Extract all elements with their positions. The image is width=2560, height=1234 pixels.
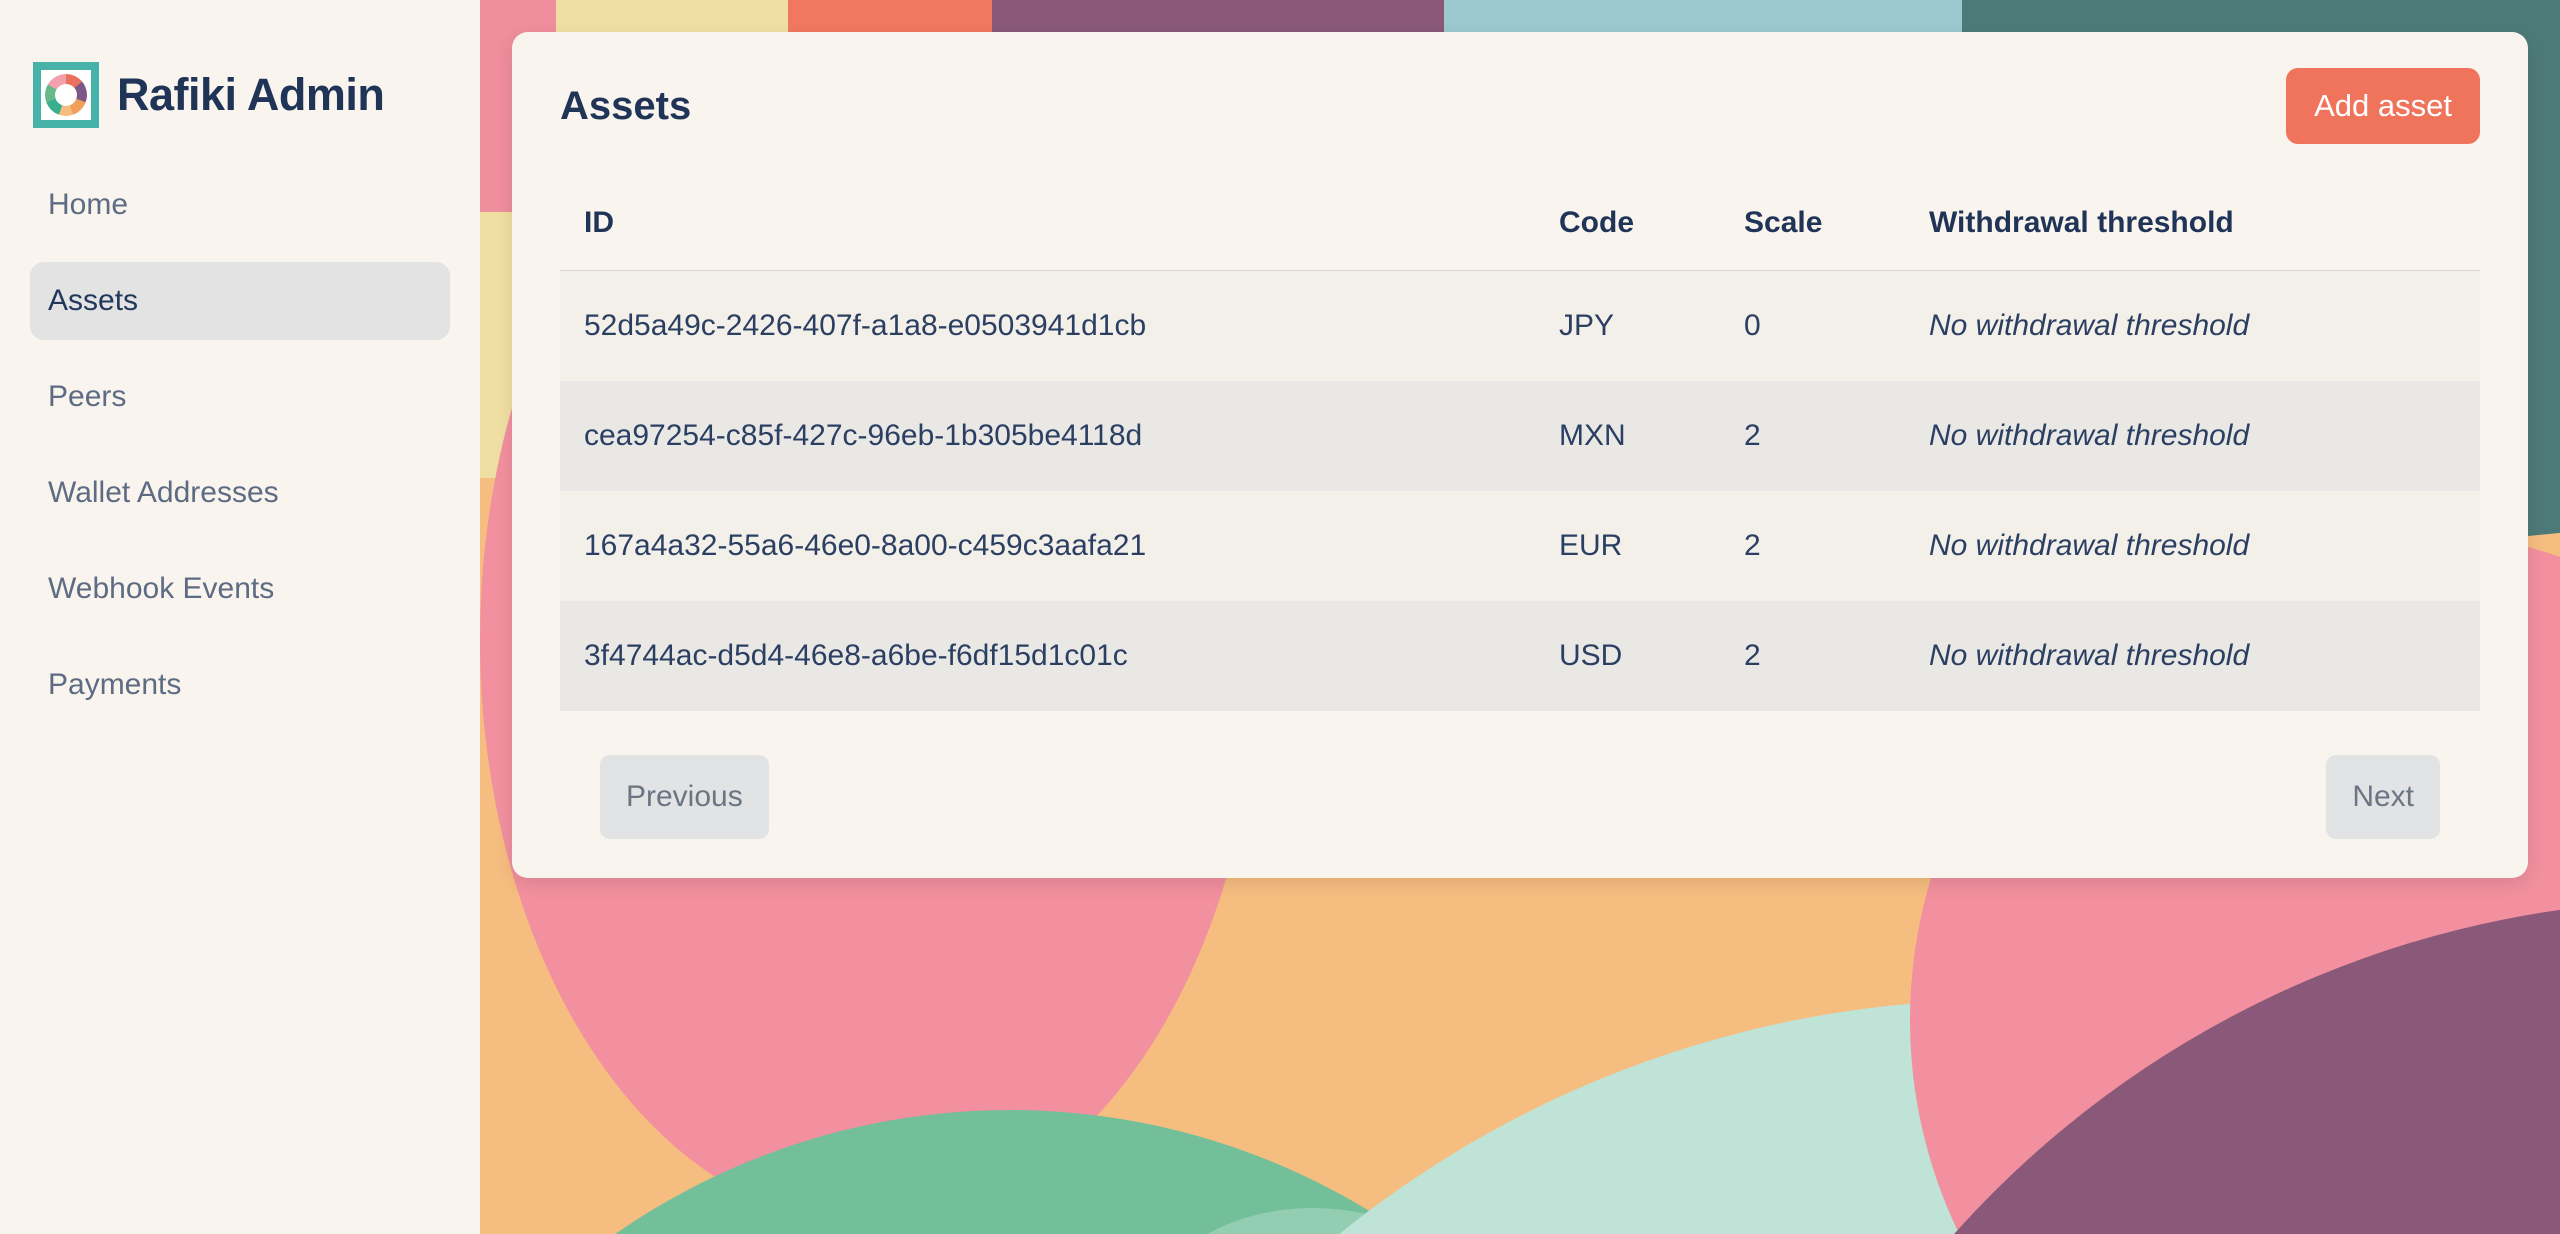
sidebar-item-wallet-addresses[interactable]: Wallet Addresses [30,454,450,532]
sidebar: Rafiki Admin Home Assets Peers Wallet Ad… [0,0,480,1234]
cell-withdrawal-threshold: No withdrawal threshold [1905,381,2480,491]
brand-title: Rafiki Admin [117,69,384,121]
sidebar-item-payments[interactable]: Payments [30,646,450,724]
cell-id: 167a4a32-55a6-46e0-8a00-c459c3aafa21 [560,491,1535,601]
add-asset-button[interactable]: Add asset [2286,68,2480,144]
page-title: Assets [560,84,691,129]
table-row[interactable]: 52d5a49c-2426-407f-a1a8-e0503941d1cb JPY… [560,271,2480,382]
screen: Rafiki Admin Home Assets Peers Wallet Ad… [0,0,2560,1234]
sidebar-item-assets[interactable]: Assets [30,262,450,340]
cell-code: JPY [1535,271,1720,382]
cell-code: MXN [1535,381,1720,491]
sidebar-nav: Home Assets Peers Wallet Addresses Webho… [0,166,480,724]
table-row[interactable]: 3f4744ac-d5d4-46e8-a6be-f6df15d1c01c USD… [560,601,2480,711]
cell-id: 3f4744ac-d5d4-46e8-a6be-f6df15d1c01c [560,601,1535,711]
cell-scale: 0 [1720,271,1905,382]
cell-code: USD [1535,601,1720,711]
table-row[interactable]: cea97254-c85f-427c-96eb-1b305be4118d MXN… [560,381,2480,491]
logo-ring-icon [45,74,87,116]
cell-scale: 2 [1720,601,1905,711]
previous-button[interactable]: Previous [600,755,769,839]
rafiki-logo-icon [33,62,99,128]
sidebar-item-peers[interactable]: Peers [30,358,450,436]
cell-withdrawal-threshold: No withdrawal threshold [1905,271,2480,382]
cell-code: EUR [1535,491,1720,601]
cell-id: cea97254-c85f-427c-96eb-1b305be4118d [560,381,1535,491]
assets-table: ID Code Scale Withdrawal threshold 52d5a… [560,170,2480,711]
cell-scale: 2 [1720,491,1905,601]
table-row[interactable]: 167a4a32-55a6-46e0-8a00-c459c3aafa21 EUR… [560,491,2480,601]
sidebar-item-webhook-events[interactable]: Webhook Events [30,550,450,628]
card-header: Assets Add asset [560,68,2480,144]
column-header-scale: Scale [1720,170,1905,271]
cell-id: 52d5a49c-2426-407f-a1a8-e0503941d1cb [560,271,1535,382]
assets-card: Assets Add asset ID Code Scale Withdrawa… [512,32,2528,878]
pagination: Previous Next [600,755,2440,839]
column-header-id: ID [560,170,1535,271]
column-header-code: Code [1535,170,1720,271]
cell-withdrawal-threshold: No withdrawal threshold [1905,601,2480,711]
sidebar-item-home[interactable]: Home [30,166,450,244]
brand: Rafiki Admin [33,62,480,128]
cell-scale: 2 [1720,381,1905,491]
next-button[interactable]: Next [2326,755,2440,839]
cell-withdrawal-threshold: No withdrawal threshold [1905,491,2480,601]
table-header-row: ID Code Scale Withdrawal threshold [560,170,2480,271]
column-header-withdrawal-threshold: Withdrawal threshold [1905,170,2480,271]
